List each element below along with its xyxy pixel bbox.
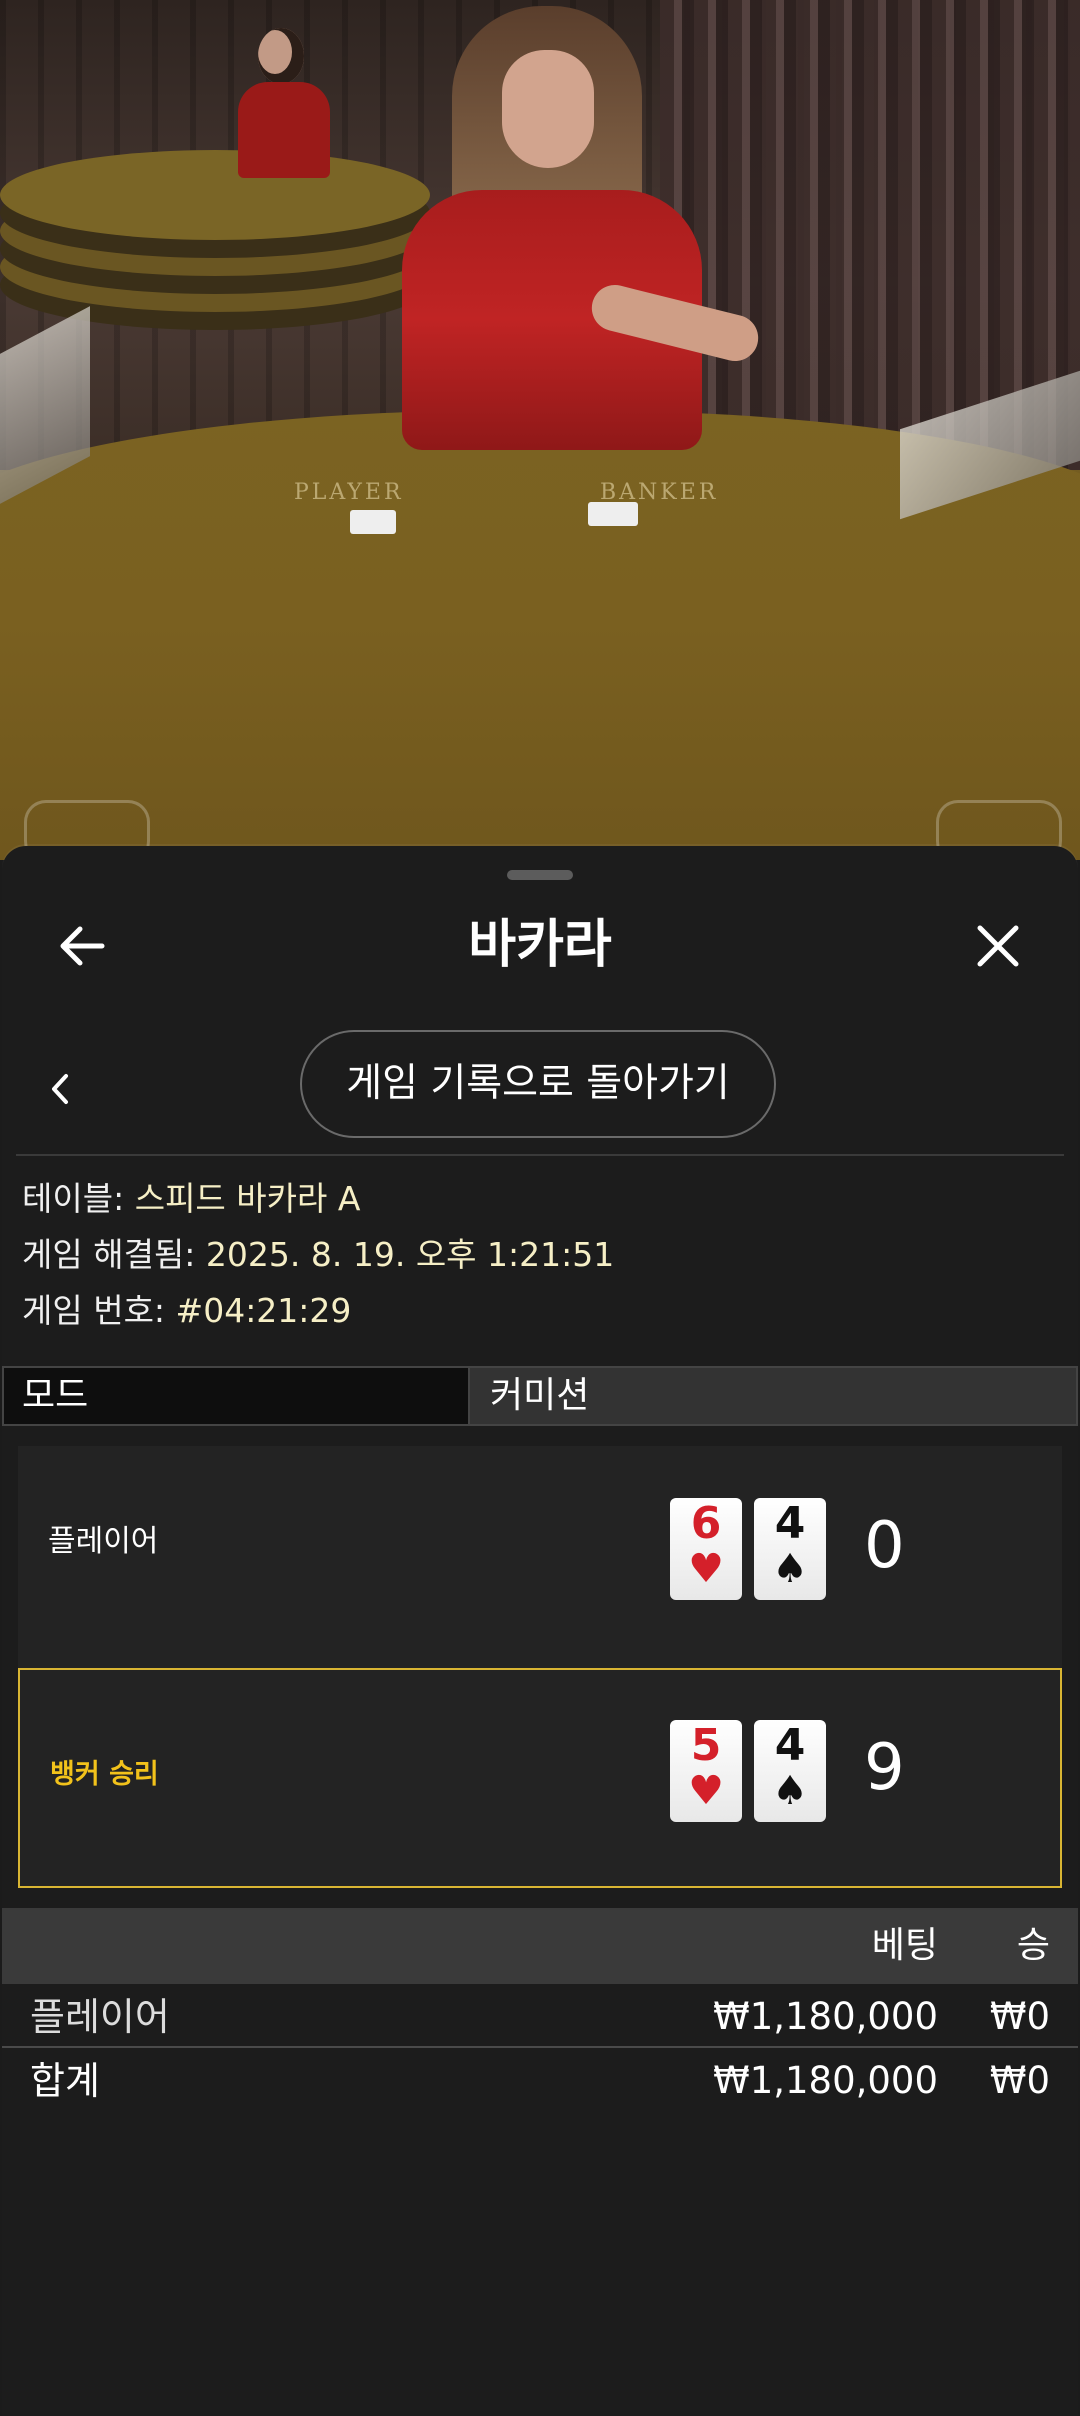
- card-suit-icon: ♥: [688, 1768, 724, 1814]
- divider: [16, 1154, 1064, 1156]
- total-win: ₩0: [989, 2059, 1050, 2102]
- chevron-left-icon[interactable]: [40, 1064, 80, 1114]
- banker-score: 9: [864, 1731, 905, 1805]
- live-video: PLAYER BANKER: [0, 0, 1080, 860]
- divider: [2, 2046, 1078, 2048]
- banker-hand-row: 뱅커 승리 5 ♥ 4 ♠ 9: [18, 1668, 1062, 1888]
- card-suit-icon: ♠: [772, 1546, 808, 1592]
- mode-value: 커미션: [468, 1366, 1078, 1426]
- page-title: 바카라: [468, 915, 612, 975]
- player-score: 0: [864, 1509, 905, 1583]
- table-info: 테이블: 스피드 바카라 A: [22, 1174, 360, 1224]
- bets-table-header: 베팅 승: [2, 1908, 1078, 1984]
- game-number-info: 게임 번호: #04:21:29: [22, 1286, 351, 1336]
- playing-card: 4 ♠: [754, 1498, 826, 1600]
- table-row: 플레이어 ₩1,180,000 ₩0: [2, 1986, 1078, 2048]
- row-bet: ₩1,180,000: [713, 1995, 938, 2038]
- table-info-value: 스피드 바카라 A: [134, 1179, 361, 1218]
- table-info-label: 테이블:: [22, 1179, 135, 1218]
- table-card: [588, 502, 638, 526]
- game-number-label: 게임 번호:: [22, 1291, 176, 1330]
- total-label: 합계: [30, 2059, 100, 2103]
- resolved-info-value: 2025. 8. 19. 오후 1:21:51: [205, 1235, 615, 1274]
- playing-card: 6 ♥: [670, 1498, 742, 1600]
- playing-card: 5 ♥: [670, 1720, 742, 1822]
- dealer: [390, 0, 790, 470]
- banker-hand-label: 뱅커 승리: [50, 1759, 159, 1790]
- resolved-info: 게임 해결됨: 2025. 8. 19. 오후 1:21:51: [22, 1230, 614, 1280]
- player-hand-label: 플레이어: [48, 1524, 159, 1559]
- card-suit-icon: ♠: [772, 1768, 808, 1814]
- card-suit-icon: ♥: [688, 1546, 724, 1592]
- card-rank: 5: [690, 1720, 722, 1771]
- row-label: 플레이어: [30, 1995, 170, 2039]
- player-hand-row: 플레이어 6 ♥ 4 ♠ 0: [18, 1446, 1062, 1666]
- hands-panel: 플레이어 6 ♥ 4 ♠ 0 뱅커 승리 5 ♥ 4 ♠ 9: [18, 1446, 1062, 1888]
- mode-row: 모드 커미션: [2, 1366, 1078, 1430]
- card-rank: 6: [690, 1498, 722, 1549]
- card-rank: 4: [774, 1720, 806, 1771]
- total-row: 합계 ₩1,180,000 ₩0: [2, 2050, 1078, 2112]
- total-bet: ₩1,180,000: [713, 2059, 938, 2102]
- sheet-grabber[interactable]: [507, 870, 573, 880]
- resolved-info-label: 게임 해결됨:: [22, 1235, 206, 1274]
- table-card: [350, 510, 396, 534]
- background-table: [0, 150, 430, 240]
- card-rank: 4: [774, 1498, 806, 1549]
- bet-column-header: 베팅: [871, 1925, 938, 1966]
- row-win: ₩0: [989, 1995, 1050, 2038]
- mode-label: 모드: [2, 1366, 468, 1426]
- background-dealer: [228, 28, 338, 178]
- close-icon[interactable]: [968, 916, 1028, 976]
- felt-player-label: PLAYER: [294, 480, 404, 505]
- win-column-header: 승: [1016, 1925, 1050, 1966]
- game-history-sheet: 바카라 게임 기록으로 돌아가기 테이블: 스피드 바카라 A 게임 해결됨: …: [2, 846, 1078, 2416]
- game-number-value: #04:21:29: [175, 1291, 352, 1330]
- back-to-history-button[interactable]: 게임 기록으로 돌아가기: [300, 1030, 776, 1138]
- playing-card: 4 ♠: [754, 1720, 826, 1822]
